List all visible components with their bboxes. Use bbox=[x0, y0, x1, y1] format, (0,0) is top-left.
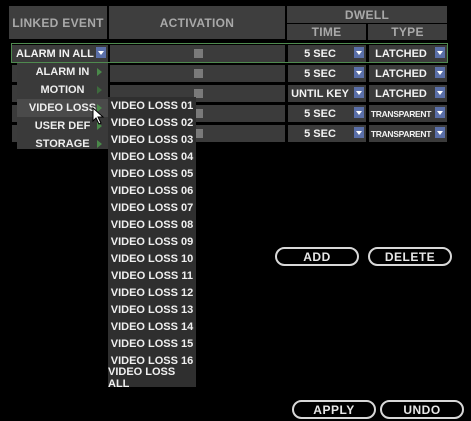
dwell-time-value: 5 SEC bbox=[304, 127, 336, 140]
video-loss-item[interactable]: VIDEO LOSS ALL bbox=[108, 366, 196, 390]
video-loss-item[interactable]: VIDEO LOSS 10 bbox=[108, 250, 196, 267]
dwell-type-value: LATCHED bbox=[375, 67, 427, 80]
dwell-type-select[interactable]: TRANSPARENT bbox=[369, 105, 447, 122]
apply-button[interactable]: APPLY bbox=[292, 400, 376, 419]
dwell-time-value: UNTIL KEY bbox=[291, 87, 349, 100]
video-loss-item[interactable]: VIDEO LOSS 07 bbox=[108, 199, 196, 216]
video-loss-item[interactable]: VIDEO LOSS 11 bbox=[108, 267, 196, 284]
chevron-down-icon[interactable] bbox=[435, 107, 445, 118]
header-time: TIME bbox=[287, 24, 366, 40]
event-category-menu: ALARM IN MOTION VIDEO LOSS USER DEF STORAGE bbox=[17, 63, 108, 150]
video-loss-item[interactable]: VIDEO LOSS 12 bbox=[108, 284, 196, 301]
video-loss-item[interactable]: VIDEO LOSS 02 bbox=[108, 114, 196, 131]
video-loss-item[interactable]: VIDEO LOSS 01 bbox=[108, 97, 196, 114]
mouse-cursor-icon bbox=[92, 106, 106, 125]
video-loss-item[interactable]: VIDEO LOSS 15 bbox=[108, 335, 196, 352]
header-dwell: DWELL bbox=[287, 6, 447, 23]
video-loss-item[interactable]: VIDEO LOSS 05 bbox=[108, 165, 196, 182]
video-loss-item[interactable]: VIDEO LOSS 06 bbox=[108, 182, 196, 199]
dwell-time-select[interactable]: UNTIL KEY bbox=[288, 85, 366, 102]
undo-button[interactable]: UNDO bbox=[380, 400, 464, 419]
activation-field[interactable] bbox=[110, 65, 285, 82]
header-linked-event: LINKED EVENT bbox=[9, 6, 107, 39]
selected-row-highlight bbox=[11, 43, 448, 63]
dwell-time-value: 5 SEC bbox=[304, 107, 336, 120]
video-loss-item[interactable]: VIDEO LOSS 03 bbox=[108, 131, 196, 148]
submenu-arrow-icon bbox=[97, 86, 102, 94]
dwell-type-select[interactable]: TRANSPARENT bbox=[369, 125, 447, 142]
chevron-down-icon[interactable] bbox=[354, 87, 364, 98]
video-loss-item[interactable]: VIDEO LOSS 14 bbox=[108, 318, 196, 335]
add-button[interactable]: ADD bbox=[275, 247, 359, 266]
chevron-down-icon[interactable] bbox=[354, 127, 364, 138]
video-loss-item[interactable]: VIDEO LOSS 04 bbox=[108, 148, 196, 165]
submenu-arrow-icon bbox=[97, 68, 102, 76]
activation-square-icon bbox=[193, 69, 203, 78]
submenu-arrow-icon bbox=[97, 140, 102, 148]
dwell-time-select[interactable]: 5 SEC bbox=[288, 105, 366, 122]
delete-button[interactable]: DELETE bbox=[368, 247, 452, 266]
dwell-type-select[interactable]: LATCHED bbox=[369, 65, 447, 82]
menu-item-label: MOTION bbox=[40, 84, 85, 96]
video-loss-item[interactable]: VIDEO LOSS 09 bbox=[108, 233, 196, 250]
menu-item-motion[interactable]: MOTION bbox=[17, 81, 108, 99]
header-activation: ACTIVATION bbox=[109, 6, 285, 39]
menu-item-label: VIDEO LOSS bbox=[28, 102, 97, 114]
video-loss-item[interactable]: VIDEO LOSS 08 bbox=[108, 216, 196, 233]
video-loss-item[interactable]: VIDEO LOSS 13 bbox=[108, 301, 196, 318]
dwell-type-value: TRANSPARENT bbox=[370, 108, 432, 119]
dwell-time-select[interactable]: 5 SEC bbox=[288, 65, 366, 82]
menu-item-label: STORAGE bbox=[35, 138, 90, 150]
menu-item-storage[interactable]: STORAGE bbox=[17, 135, 108, 153]
dwell-time-select[interactable]: 5 SEC bbox=[288, 125, 366, 142]
chevron-down-icon[interactable] bbox=[435, 87, 445, 98]
dwell-type-value: TRANSPARENT bbox=[370, 128, 432, 139]
dwell-time-value: 5 SEC bbox=[304, 67, 336, 80]
chevron-down-icon[interactable] bbox=[435, 127, 445, 138]
menu-item-alarm-in[interactable]: ALARM IN bbox=[17, 63, 108, 81]
chevron-down-icon[interactable] bbox=[354, 67, 364, 78]
dwell-type-select[interactable]: LATCHED bbox=[369, 85, 447, 102]
menu-item-label: USER DEF bbox=[34, 120, 91, 132]
chevron-down-icon[interactable] bbox=[354, 107, 364, 118]
dwell-type-value: LATCHED bbox=[375, 87, 427, 100]
header-type: TYPE bbox=[368, 24, 447, 40]
video-loss-submenu: VIDEO LOSS 01 VIDEO LOSS 02 VIDEO LOSS 03 V… bbox=[108, 97, 196, 390]
chevron-down-icon[interactable] bbox=[435, 67, 445, 78]
menu-item-label: ALARM IN bbox=[35, 66, 90, 78]
